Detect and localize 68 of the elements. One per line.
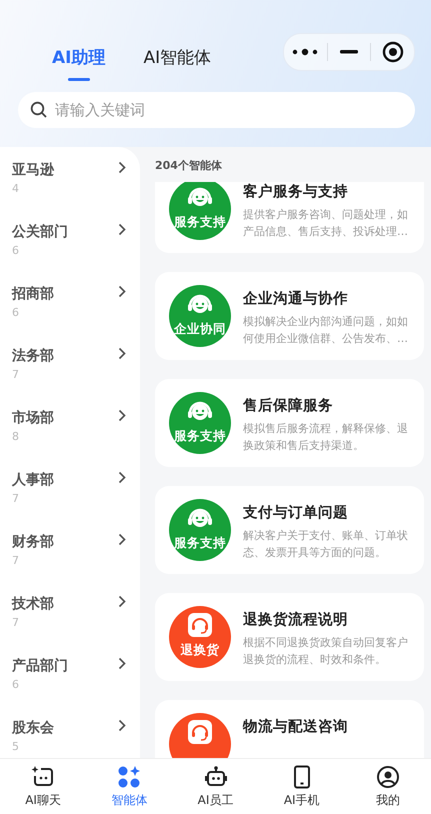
chevron-right-icon bbox=[118, 161, 126, 174]
agent-card[interactable]: 企业协同 企业沟通与协作 模拟解决企业内部沟通问题，如如何使用企业微信群、公告发布、… bbox=[155, 272, 424, 360]
agent-description: 根据不同退换货政策自动回复客户退换货的流程、时效和条件。 bbox=[243, 635, 409, 668]
agent-title: 退换货流程说明 bbox=[243, 610, 349, 629]
robot-icon bbox=[204, 764, 228, 788]
category-count: 4 bbox=[12, 182, 20, 195]
category-name[interactable]: 亚马逊 bbox=[12, 161, 54, 179]
apps-grid-icon bbox=[117, 764, 142, 788]
category-name[interactable]: 人事部 bbox=[12, 471, 54, 489]
agent-title: 支付与订单问题 bbox=[243, 504, 349, 522]
category-name[interactable]: 市场部 bbox=[12, 409, 54, 427]
tab[interactable]: AI助理 bbox=[52, 34, 106, 80]
category-name[interactable]: 技术部 bbox=[12, 595, 54, 613]
chevron-right-icon bbox=[118, 533, 126, 546]
category-count: 8 bbox=[12, 430, 20, 443]
agent-count: 204个智能体 bbox=[155, 158, 223, 174]
chevron-right-icon bbox=[118, 285, 126, 298]
nav-tab[interactable]: 我的 bbox=[344, 759, 431, 814]
agent-card[interactable]: 服务支持 支付与订单问题 解决客户关于支付、账单、订单状态、发票开具等方面的问题。 bbox=[155, 486, 424, 574]
agent-description: 解决客户关于支付、账单、订单状态、发票开具等方面的问题。 bbox=[243, 528, 409, 561]
agent-avatar-icon: 服务支持 bbox=[169, 182, 231, 240]
agent-card[interactable]: 物流与配送咨询 bbox=[155, 700, 424, 758]
agent-avatar-icon: 企业协同 bbox=[169, 285, 231, 347]
category-count: 6 bbox=[12, 306, 20, 319]
category-count: 7 bbox=[12, 368, 20, 381]
category-name[interactable]: 产品部门 bbox=[12, 657, 68, 675]
agent-card[interactable]: 退换货 退换货流程说明 根据不同退换货政策自动回复客户退换货的流程、时效和条件。 bbox=[155, 593, 424, 681]
chat-bubble-icon bbox=[31, 764, 56, 788]
close-icon[interactable] bbox=[382, 41, 404, 63]
category-count: 7 bbox=[12, 492, 20, 505]
agent-description: 提供客户服务咨询、问题处理，如产品信息、售后支持、投诉处理… bbox=[243, 207, 409, 240]
agent-title: 物流与配送咨询 bbox=[243, 718, 348, 736]
agent-title: 客户服务与支持 bbox=[243, 182, 349, 201]
category-name[interactable]: 法务部 bbox=[12, 347, 54, 365]
agent-avatar-icon: 退换货 bbox=[169, 606, 231, 668]
agent-avatar-icon: 服务支持 bbox=[169, 499, 231, 561]
category-name[interactable]: 公关部门 bbox=[12, 223, 68, 241]
nav-tab[interactable]: AI手机 bbox=[258, 759, 345, 814]
nav-tab[interactable]: AI员工 bbox=[172, 759, 259, 814]
category-count: 5 bbox=[12, 740, 20, 753]
agent-title: 售后保障服务 bbox=[243, 396, 334, 415]
search-field[interactable]: 请输入关键词 bbox=[18, 92, 415, 128]
chevron-right-icon bbox=[118, 719, 126, 732]
user-avatar-icon bbox=[376, 764, 400, 788]
agent-description: 模拟解决企业内部沟通问题，如如何使用企业微信群、公告发布、… bbox=[243, 314, 409, 347]
nav-tab[interactable]: AI聊天 bbox=[0, 759, 86, 814]
agent-card[interactable]: 服务支持 售后保障服务 模拟售后服务流程，解释保修、退换政策和售后支持渠道。 bbox=[155, 379, 424, 467]
tab[interactable]: AI智能体 bbox=[143, 34, 212, 80]
agent-title: 企业沟通与协作 bbox=[243, 290, 349, 308]
category-name[interactable]: 招商部 bbox=[12, 285, 54, 303]
more-icon[interactable] bbox=[292, 48, 318, 56]
category-count: 7 bbox=[12, 616, 20, 629]
nav-tab[interactable]: 智能体 bbox=[86, 759, 172, 814]
minimize-icon[interactable] bbox=[340, 50, 358, 54]
category-name[interactable]: 财务部 bbox=[12, 533, 54, 551]
category-count: 6 bbox=[12, 244, 20, 257]
category-name[interactable]: 股东会 bbox=[12, 719, 54, 737]
category-count: 7 bbox=[12, 554, 20, 567]
chevron-right-icon bbox=[118, 223, 126, 236]
chevron-right-icon bbox=[118, 595, 126, 608]
chevron-right-icon bbox=[118, 409, 126, 422]
chevron-right-icon bbox=[118, 347, 126, 360]
agent-avatar-icon: 服务支持 bbox=[169, 392, 231, 454]
agent-description: 模拟售后服务流程，解释保修、退换政策和售后支持渠道。 bbox=[243, 421, 409, 454]
category-count: 6 bbox=[12, 678, 20, 691]
chevron-right-icon bbox=[118, 471, 126, 484]
agent-card[interactable]: 服务支持 客户服务与支持 提供客户服务咨询、问题处理，如产品信息、售后支持、投诉处理… bbox=[155, 182, 424, 253]
chevron-right-icon bbox=[118, 657, 126, 670]
